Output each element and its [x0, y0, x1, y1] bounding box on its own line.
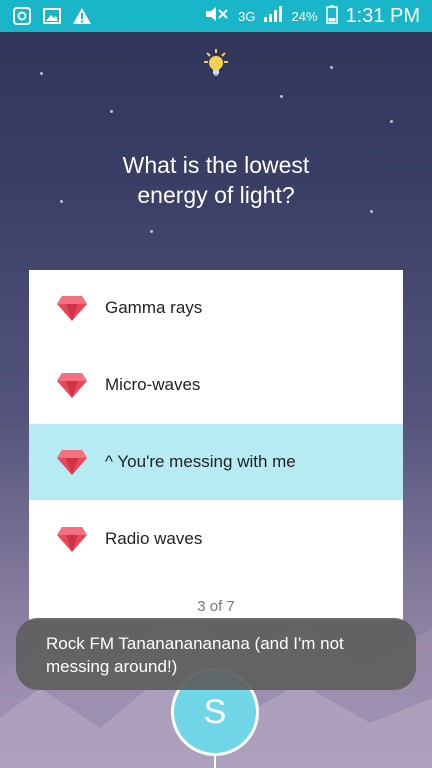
answer-label: ^ You're messing with me [105, 452, 296, 471]
answer-card: Gamma rays Micro-waves ^ You're messing … [29, 270, 403, 620]
gem-icon [57, 296, 87, 321]
star [40, 72, 43, 75]
network-type: 3G [238, 8, 256, 24]
answer-option-gamma-rays[interactable]: Gamma rays [29, 270, 403, 346]
toast-message: Rock FM Tanananananana (and I'm not mess… [16, 618, 416, 690]
gem-icon [57, 527, 87, 552]
answer-option-messing[interactable]: ^ You're messing with me [29, 424, 403, 500]
moon-icon [202, 164, 223, 186]
toast-text: Rock FM Tanananananana (and I'm not mess… [46, 634, 344, 676]
chat-app-icon [12, 6, 32, 26]
star [330, 66, 333, 69]
signal-icon [263, 5, 283, 28]
answer-option-micro-waves[interactable]: Micro-waves [29, 347, 403, 423]
star [280, 95, 283, 98]
gem-icon [57, 450, 87, 475]
gem-icon [57, 373, 87, 398]
gallery-icon [42, 6, 62, 26]
star [390, 120, 393, 123]
star [150, 230, 153, 233]
battery-percent: 24% [291, 8, 318, 24]
answer-label: Gamma rays [105, 298, 203, 317]
question-progress: 3 of 7 [197, 598, 235, 615]
star [110, 110, 113, 113]
warning-icon [72, 6, 92, 26]
answer-label: Radio waves [105, 529, 203, 548]
answer-option-radio-waves[interactable]: Radio waves [29, 501, 403, 577]
star [370, 210, 373, 213]
battery-icon [325, 4, 338, 29]
avatar-initial: S [203, 692, 227, 731]
lightbulb-icon [204, 49, 228, 76]
mute-icon [204, 4, 230, 29]
status-bar: 3G 24% 1:31 PM [0, 0, 432, 32]
answer-label: Micro-waves [105, 375, 201, 394]
clock: 1:31 PM [345, 4, 420, 27]
